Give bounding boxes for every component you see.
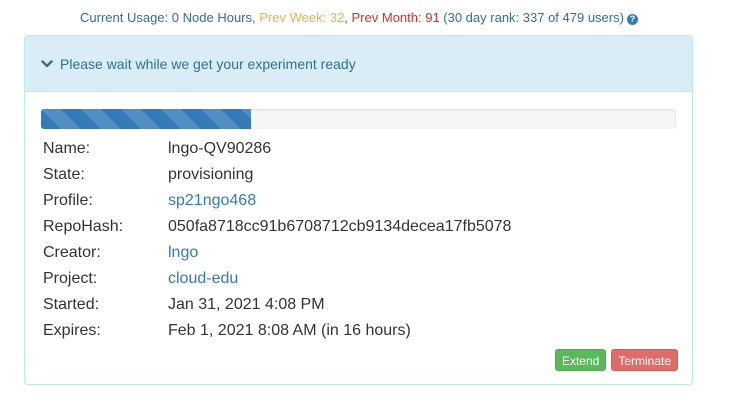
detail-row: RepoHash: 050fa8718cc91b6708712cb9134dece…: [43, 214, 511, 240]
detail-row: Profile: sp21ngo468: [43, 188, 511, 214]
detail-row: State: provisioning: [43, 162, 511, 188]
experiment-status-panel: Please wait while we get your experiment…: [24, 35, 693, 385]
experiment-details: Name: lngo-QV90286 State: provisioning Profi…: [43, 136, 511, 344]
prev-month-usage: Prev Month: 91: [351, 10, 440, 25]
detail-label: Profile:: [43, 192, 93, 209]
question-circle-icon[interactable]: ?: [626, 14, 638, 25]
terminate-button[interactable]: Terminate: [611, 349, 678, 371]
detail-label: RepoHash:: [43, 218, 124, 235]
panel-heading-toggle[interactable]: Please wait while we get your experiment…: [25, 36, 692, 92]
detail-link[interactable]: cloud-edu: [168, 266, 238, 292]
detail-row: Creator: lngo: [43, 240, 511, 266]
separator: ,: [344, 10, 352, 25]
usage-rank: (30 day rank: 337 of 479 users): [439, 10, 624, 25]
panel-heading-text: Please wait while we get your experiment…: [60, 55, 356, 72]
progress-bar: [41, 109, 676, 129]
detail-label: Project:: [43, 270, 98, 287]
detail-label: Creator:: [43, 244, 101, 261]
detail-row: Name: lngo-QV90286: [43, 136, 511, 162]
detail-link[interactable]: sp21ngo468: [168, 188, 256, 214]
detail-value: 050fa8718cc91b6708712cb9134decea17fb5078: [168, 218, 512, 235]
progress-bar-fill: [41, 109, 251, 129]
detail-label: Name:: [43, 140, 91, 157]
detail-row: Expires: Feb 1, 2021 8:08 AM (in 16 hours…: [43, 318, 511, 344]
prev-week-usage: Prev Week: 32: [259, 10, 345, 25]
detail-row: Project: cloud-edu: [43, 266, 511, 292]
detail-link[interactable]: lngo: [168, 240, 198, 266]
detail-value: Jan 31, 2021 4:08 PM: [168, 296, 325, 313]
detail-value: lngo-QV90286: [168, 140, 272, 157]
usage-summary: Current Usage: 0 Node Hours, Prev Week: …: [0, 8, 718, 28]
detail-value: provisioning: [168, 166, 254, 183]
detail-value: Feb 1, 2021 8:08 AM (in 16 hours): [168, 322, 411, 339]
detail-label: Expires:: [43, 322, 101, 339]
action-buttons: Extend Terminate: [554, 349, 678, 371]
detail-row: Started: Jan 31, 2021 4:08 PM: [43, 292, 511, 318]
extend-button[interactable]: Extend: [554, 349, 607, 371]
current-usage: Current Usage: 0 Node Hours: [80, 10, 253, 25]
chevron-down-icon: [41, 59, 53, 67]
detail-label: Started:: [43, 296, 100, 313]
detail-label: State:: [43, 166, 85, 183]
